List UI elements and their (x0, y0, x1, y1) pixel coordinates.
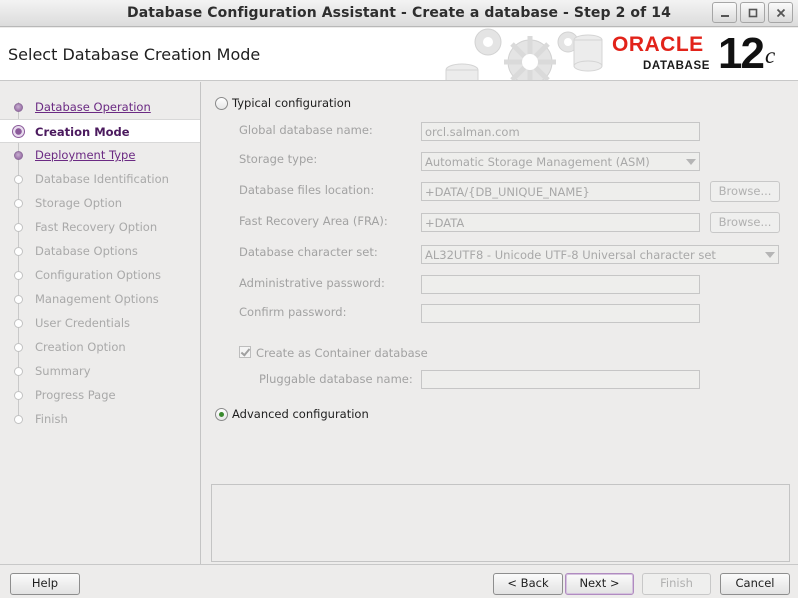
help-button[interactable]: Help (10, 573, 80, 595)
nav-item-fast-recovery-option: Fast Recovery Option (0, 215, 200, 239)
step-pending-icon (14, 343, 23, 352)
confirm-password-field[interactable] (421, 304, 700, 323)
nav-item-label: Progress Page (35, 388, 116, 402)
oracle-wordmark: ORACLE (612, 33, 704, 56)
container-db-label: Create as Container database (256, 346, 428, 360)
nav-item-label: Database Options (35, 244, 138, 258)
step-pending-icon (14, 199, 23, 208)
global-db-name-label: Global database name: (239, 123, 373, 137)
main-panel: Typical configuration Global database na… (202, 82, 798, 564)
nav-item-creation-mode[interactable]: Creation Mode (0, 119, 200, 143)
pdb-name-field[interactable] (421, 370, 700, 389)
nav-item-label: Creation Mode (35, 125, 130, 139)
version-number: 12 (718, 29, 765, 78)
page-title: Select Database Creation Mode (8, 45, 261, 64)
charset-select[interactable]: AL32UTF8 - Unicode UTF-8 Universal chara… (421, 245, 779, 264)
fra-label: Fast Recovery Area (FRA): (239, 214, 388, 228)
window-titlebar[interactable]: Database Configuration Assistant - Creat… (0, 0, 798, 27)
step-pending-icon (14, 295, 23, 304)
fra-browse-button[interactable]: Browse... (710, 212, 780, 233)
nav-item-label: User Credentials (35, 316, 131, 330)
db-files-browse-button[interactable]: Browse... (710, 181, 780, 202)
global-db-name-field[interactable]: orcl.salman.com (421, 122, 700, 141)
radio-unchecked-icon (215, 96, 228, 110)
nav-item-label: Storage Option (35, 196, 123, 210)
nav-item-finish: Finish (0, 407, 200, 431)
minimize-icon (720, 14, 729, 17)
header-banner: Select Database Creation Mode ORACLE DAT… (0, 28, 798, 81)
minimize-button[interactable] (712, 2, 737, 23)
description-panel (211, 484, 790, 562)
advanced-configuration-radio[interactable]: Advanced configuration (215, 407, 369, 421)
step-done-icon (14, 151, 23, 160)
nav-item-deployment-type[interactable]: Deployment Type (0, 143, 200, 167)
confirm-password-label: Confirm password: (239, 305, 347, 319)
nav-item-user-credentials: User Credentials (0, 311, 200, 335)
footer-bar: Help < Back Next > Finish Cancel (0, 564, 798, 598)
nav-item-label: Summary (35, 364, 91, 378)
step-pending-icon (14, 223, 23, 232)
maximize-icon (748, 8, 757, 17)
advanced-configuration-label: Advanced configuration (232, 407, 369, 421)
step-pending-icon (14, 175, 23, 184)
container-db-checkbox[interactable] (239, 346, 251, 358)
nav-item-configuration-options: Configuration Options (0, 263, 200, 287)
nav-item-label: Fast Recovery Option (35, 220, 158, 234)
step-pending-icon (14, 319, 23, 328)
nav-item-label: Creation Option (35, 340, 126, 354)
step-pending-icon (14, 391, 23, 400)
finish-button[interactable]: Finish (642, 573, 711, 595)
storage-type-value: Automatic Storage Management (ASM) (425, 155, 650, 169)
nav-item-label: Database Identification (35, 172, 169, 186)
gears-decoration-icon (445, 28, 603, 80)
nav-item-database-identification: Database Identification (0, 167, 200, 191)
nav-item-creation-option: Creation Option (0, 335, 200, 359)
chevron-down-icon (686, 159, 696, 165)
db-files-location-field[interactable]: +DATA/{DB_UNIQUE_NAME} (421, 182, 700, 201)
window-title: Database Configuration Assistant - Creat… (127, 5, 671, 21)
chevron-down-icon (765, 252, 775, 258)
back-button[interactable]: < Back (493, 573, 563, 595)
version-logo: 12c (718, 29, 775, 78)
step-pending-icon (14, 415, 23, 424)
nav-item-storage-option: Storage Option (0, 191, 200, 215)
nav-item-progress-page: Progress Page (0, 383, 200, 407)
next-button[interactable]: Next > (565, 573, 634, 595)
version-suffix: c (764, 43, 775, 68)
radio-checked-icon (215, 407, 228, 421)
nav-item-label: Configuration Options (35, 268, 162, 282)
cancel-button[interactable]: Cancel (720, 573, 790, 595)
close-icon (776, 8, 785, 17)
step-navigation: Database Operation Creation Mode Deploym… (0, 82, 201, 564)
step-pending-icon (14, 247, 23, 256)
db-files-location-label: Database files location: (239, 183, 375, 197)
admin-password-field[interactable] (421, 275, 700, 294)
nav-item-database-options: Database Options (0, 239, 200, 263)
nav-item-management-options: Management Options (0, 287, 200, 311)
oracle-database-label: DATABASE (643, 60, 710, 72)
fra-field[interactable]: +DATA (421, 213, 700, 232)
step-pending-icon (14, 271, 23, 280)
nav-item-label: Deployment Type (35, 148, 136, 162)
nav-item-label: Database Operation (35, 100, 151, 114)
typical-configuration-radio[interactable]: Typical configuration (215, 96, 351, 110)
pdb-name-label: Pluggable database name: (259, 372, 413, 386)
nav-item-database-operation[interactable]: Database Operation (0, 95, 200, 119)
maximize-button[interactable] (740, 2, 765, 23)
nav-item-label: Management Options (35, 292, 159, 306)
admin-password-label: Administrative password: (239, 276, 385, 290)
oracle-logo: ORACLE DATABASE (612, 33, 716, 73)
nav-item-label: Finish (35, 412, 68, 426)
close-button[interactable] (768, 2, 793, 23)
step-done-icon (14, 103, 23, 112)
nav-item-summary: Summary (0, 359, 200, 383)
typical-configuration-label: Typical configuration (232, 96, 352, 110)
step-pending-icon (14, 367, 23, 376)
charset-label: Database character set: (239, 245, 378, 259)
storage-type-label: Storage type: (239, 152, 318, 166)
step-current-icon (12, 125, 25, 138)
charset-value: AL32UTF8 - Unicode UTF-8 Universal chara… (425, 248, 716, 262)
storage-type-select[interactable]: Automatic Storage Management (ASM) (421, 152, 700, 171)
